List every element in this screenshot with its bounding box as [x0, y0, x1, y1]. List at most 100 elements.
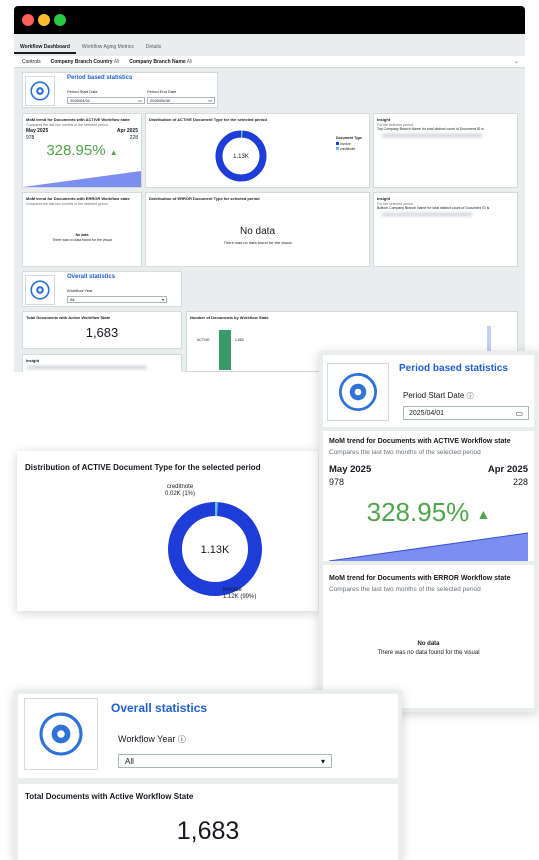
end-date-label: Period End Date	[147, 89, 177, 94]
triangle-up-icon: ▲	[109, 148, 118, 157]
insight-top-panel: Insight For the selected period Top Comp…	[373, 113, 518, 188]
overall-title: Overall statistics	[67, 274, 116, 280]
start-date-input[interactable]: 2025/04/01 ▭	[67, 97, 145, 104]
year-select[interactable]: All ▾	[118, 754, 332, 768]
start-date-label: Period Start Date	[67, 89, 98, 94]
period-title: Period based statistics	[399, 363, 508, 374]
no-data-sub: There was no data found for the visual	[223, 240, 292, 245]
controls-bar[interactable]: Controls Company Branch Country All Comp…	[14, 56, 525, 68]
no-data-sub: There was no data found for the visual	[377, 650, 480, 656]
error-trend-panel-small: MoM trend for Documents with ERROR Workf…	[22, 192, 142, 267]
legend-invoice[interactable]: invoice	[336, 142, 351, 146]
window-titlebar	[14, 6, 525, 34]
bar-category-label: ACTIVE	[197, 338, 210, 342]
period-stats-panel: Period based statistics Period Start Dat…	[323, 355, 534, 427]
end-date-input[interactable]: 2025/05/30 ▭	[147, 97, 215, 104]
zoom-overall-stats: Overall statistics Workflow Year ⓘ All ▾ …	[14, 690, 402, 860]
dashboard-screenshot: Workflow Dashboard Workflow Aging Metric…	[14, 34, 525, 372]
error-dist-panel-small: Distribution of ERROR Document Type for …	[145, 192, 370, 267]
change-percent: 328.95% ▲	[366, 497, 491, 527]
tab-workflow-dashboard[interactable]: Workflow Dashboard	[14, 40, 76, 54]
no-data-sub: There was no data found for the visual	[52, 238, 112, 242]
insight-title: Insight	[377, 196, 391, 201]
total-active-panel: Total Documents with Active Workflow Sta…	[18, 784, 398, 860]
total-active-value: 1,683	[176, 817, 240, 845]
value-current: 978	[26, 135, 35, 141]
gear-refresh-icon	[25, 76, 55, 106]
change-percent: 328.95% ▲	[46, 142, 118, 159]
info-icon: ⓘ	[466, 393, 474, 400]
year-select[interactable]: All ▾	[67, 296, 167, 303]
insight-title: Insight	[377, 117, 391, 122]
overall-stats-panel-small: Overall statistics Workflow Year All ▾	[22, 271, 182, 307]
redacted-text	[27, 366, 147, 369]
active-dist-title: Distribution of ACTIVE Document Type for…	[149, 117, 267, 122]
period-stats-panel: Period based statistics Period Start Dat…	[22, 72, 218, 108]
period-title: Period based statistics	[67, 75, 133, 81]
bar-active[interactable]	[219, 330, 231, 370]
value-previous: 228	[129, 135, 138, 141]
zoom-period-trends: Period based statistics Period Start Dat…	[319, 351, 538, 712]
info-icon: ⓘ	[177, 735, 186, 744]
total-active-panel-small: Total Documents with Active Workflow Sta…	[22, 311, 182, 349]
calendar-icon: ▭	[515, 408, 523, 418]
insight-bottom-panel: Insight For the selected period Bottom C…	[373, 192, 518, 267]
minimize-window-dot[interactable]	[38, 14, 50, 26]
sheet-tabs: Workflow Dashboard Workflow Aging Metric…	[14, 40, 167, 54]
total-active-value: 1,683	[85, 325, 119, 340]
month-current: May 2025	[26, 128, 49, 134]
triangle-up-icon: ▲	[476, 506, 491, 523]
year-label: Workflow Year ⓘ	[118, 734, 186, 744]
close-window-dot[interactable]	[22, 14, 34, 26]
active-trend-title: MoM trend for Documents with ACTIVE Work…	[329, 438, 511, 445]
active-dist-panel-small: Distribution of ACTIVE Document Type for…	[145, 113, 370, 188]
insight-small-panel: Insight	[22, 354, 182, 372]
controls-label: Controls	[22, 58, 41, 65]
error-trend-title: MoM trend for Documents with ERROR Workf…	[26, 196, 130, 201]
overall-title: Overall statistics	[111, 701, 208, 715]
active-trend-panel: MoM trend for Documents with ACTIVE Work…	[323, 431, 534, 561]
by-state-title: Number of Documents by Workflow State	[190, 315, 269, 320]
start-date-input[interactable]: 2025/04/01 ▭	[403, 406, 529, 420]
bar-value-label: 1,683	[235, 338, 244, 342]
total-active-title: Total Documents with Active Workflow Sta…	[25, 792, 194, 801]
start-date-label: Period Start Date ⓘ	[403, 391, 474, 400]
active-trend-title: MoM trend for Documents with ACTIVE Work…	[26, 117, 130, 122]
calendar-icon: ▭	[138, 98, 142, 103]
error-dist-title: Distribution of ERROR Document Type for …	[149, 196, 260, 201]
maximize-window-dot[interactable]	[54, 14, 66, 26]
insight-text: Top Company Branch Name for total distin…	[377, 127, 484, 131]
redacted-text	[382, 213, 472, 216]
legend-creditnote[interactable]: creditnote	[336, 147, 355, 151]
no-data-text: No data	[417, 641, 440, 647]
redacted-text	[382, 134, 482, 137]
error-trend-panel: MoM trend for Documents with ERROR Workf…	[323, 565, 534, 708]
chevron-down-icon[interactable]: ⌄	[514, 58, 519, 65]
trend-area-chart	[329, 532, 528, 561]
no-data-text: No data	[75, 233, 89, 237]
country-filter[interactable]: Company Branch Country All	[51, 59, 120, 65]
insight-text: Bottom Company Branch Name for total dis…	[377, 206, 490, 210]
total-active-title: Total Documents with Active Workflow Sta…	[26, 315, 111, 320]
overall-stats-panel: Overall statistics Workflow Year ⓘ All ▾	[18, 694, 398, 778]
error-trend-title: MoM trend for Documents with ERROR Workf…	[329, 575, 511, 582]
legend-title: Document Type	[336, 136, 362, 140]
branch-filter[interactable]: Company Branch Name All	[129, 59, 192, 65]
zoom-active-distribution: Distribution of ACTIVE Document Type for…	[17, 451, 318, 611]
tab-workflow-aging-metrics[interactable]: Workflow Aging Metrics	[76, 40, 140, 54]
insight-title: Insight	[26, 358, 40, 363]
chevron-down-icon: ▾	[320, 756, 325, 766]
calendar-icon: ▭	[208, 98, 212, 103]
gear-refresh-icon	[327, 363, 389, 421]
chevron-down-icon: ▾	[161, 297, 164, 302]
value-current: 978	[329, 477, 345, 487]
active-trend-panel-small: MoM trend for Documents with ACTIVE Work…	[22, 113, 142, 188]
error-trend-subtitle: Compares the last two months of the sele…	[26, 202, 108, 206]
no-data-text: No data	[239, 226, 276, 237]
invoice-label: invoice 1.12K (99%)	[223, 587, 257, 600]
donut-chart-small: 1.13K	[215, 130, 267, 182]
donut-center-label: 1.13K	[201, 544, 230, 556]
month-previous: Apr 2025	[116, 128, 138, 134]
tab-details[interactable]: Details	[140, 40, 167, 54]
month-current: May 2025	[329, 464, 372, 475]
